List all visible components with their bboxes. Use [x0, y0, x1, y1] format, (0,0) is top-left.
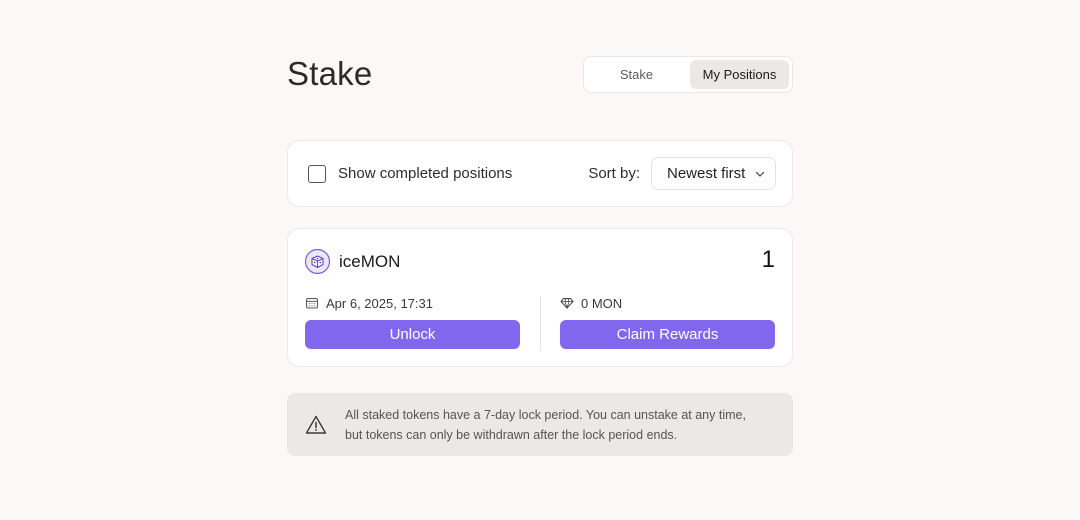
token-info: iceMON: [305, 249, 400, 274]
notice-line-1: All staked tokens have a 7-day lock peri…: [345, 407, 746, 422]
claim-rewards-button[interactable]: Claim Rewards: [560, 320, 775, 349]
token-name: iceMON: [339, 251, 401, 271]
rewards-column: 0 MON Claim Rewards: [560, 295, 775, 349]
tab-my-positions[interactable]: My Positions: [690, 59, 789, 89]
stake-page: Stake Stake My Positions Show completed …: [287, 55, 793, 456]
column-divider: [540, 296, 541, 351]
show-completed-checkbox[interactable]: [308, 164, 326, 183]
filter-bar: Show completed positions Sort by: Newest…: [287, 140, 793, 207]
show-completed-toggle[interactable]: Show completed positions: [308, 164, 513, 183]
calendar-icon: [306, 298, 318, 309]
lock-period-notice: All staked tokens have a 7-day lock peri…: [287, 393, 793, 456]
position-count: 1: [761, 246, 775, 273]
sort-select-value: Newest first: [667, 165, 746, 182]
sort-control: Sort by: Newest first: [588, 157, 776, 190]
notice-line-2: but tokens can only be withdrawn after t…: [345, 427, 678, 442]
dice-icon: [305, 249, 330, 274]
notice-text: All staked tokens have a 7-day lock peri…: [345, 405, 746, 445]
rewards-amount-text: 0 MON: [581, 295, 623, 311]
position-card: iceMON 1 Apr 6, 2025, 17:31 Unlock 0 MON…: [287, 228, 793, 367]
page-title: Stake: [287, 55, 373, 92]
rewards-amount: 0 MON: [560, 295, 775, 311]
show-completed-label: Show completed positions: [338, 165, 513, 182]
unlock-column: Apr 6, 2025, 17:31 Unlock: [305, 295, 520, 349]
lock-date: Apr 6, 2025, 17:31: [305, 295, 520, 311]
sort-select[interactable]: Newest first: [651, 157, 776, 190]
tab-stake[interactable]: Stake: [587, 60, 686, 89]
chevron-down-icon: [755, 171, 765, 177]
diamond-icon: [560, 298, 574, 310]
sort-label: Sort by:: [588, 165, 640, 182]
view-tabs: Stake My Positions: [583, 55, 793, 93]
lock-date-text: Apr 6, 2025, 17:31: [326, 295, 433, 311]
page-header: Stake Stake My Positions: [287, 55, 793, 93]
unlock-button[interactable]: Unlock: [305, 320, 520, 349]
warning-icon: [305, 415, 327, 434]
